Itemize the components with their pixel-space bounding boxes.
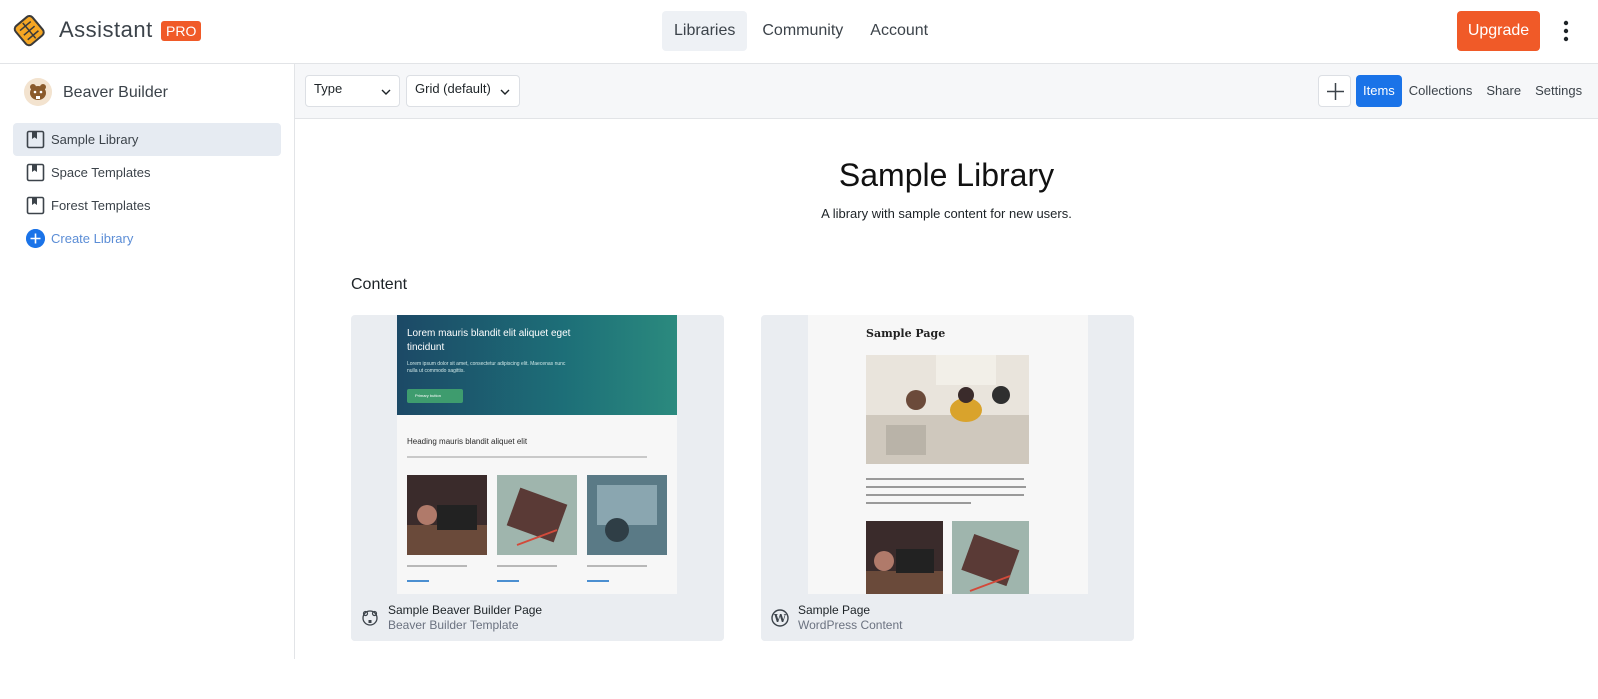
svg-text:W: W xyxy=(773,612,787,625)
wordpress-icon: W xyxy=(771,609,789,627)
preview-learn-more-link xyxy=(407,580,429,582)
card-subtitle: WordPress Content xyxy=(798,618,903,632)
preview-image-laptop xyxy=(407,475,487,555)
library-book-icon xyxy=(26,196,45,215)
tab-share[interactable]: Share xyxy=(1479,75,1528,107)
preview-image-city xyxy=(587,475,667,555)
preview-hero-title: Lorem mauris blandit elit aliquet eget t… xyxy=(407,328,571,353)
preview-caption-line xyxy=(407,565,467,567)
preview-image-notebook xyxy=(952,521,1029,594)
main-nav: Libraries Community Account xyxy=(662,11,943,51)
content-card-beaver[interactable]: Lorem mauris blandit elit aliquet eget t… xyxy=(351,315,724,641)
view-select[interactable]: Grid (default) xyxy=(406,75,520,107)
sidebar-item-space-templates[interactable]: Space Templates xyxy=(13,156,281,189)
beaver-icon xyxy=(362,610,378,626)
preview-caption-line xyxy=(587,565,647,567)
preview-heading: Heading mauris blandit aliquet elit xyxy=(407,437,528,446)
assistant-logo-icon[interactable] xyxy=(12,12,48,48)
preview-hero-text: Lorem ipsum dolor sit amet, consectetur … xyxy=(407,361,566,374)
card-title: Sample Beaver Builder Page xyxy=(388,603,543,617)
card-title: Sample Page xyxy=(798,603,871,617)
preview-caption-line xyxy=(497,565,557,567)
card-preview[interactable]: Sample Page xyxy=(808,315,1088,594)
card-subtitle: Beaver Builder Template xyxy=(388,618,519,632)
pro-badge: PRO xyxy=(161,21,202,41)
page-title: Sample Library xyxy=(838,157,1055,193)
preview-image-laptop xyxy=(866,521,943,594)
chevron-down-icon xyxy=(500,89,510,95)
nav-account[interactable]: Account xyxy=(858,11,940,51)
card-footer: Sample Beaver Builder Page Beaver Builde… xyxy=(351,594,724,641)
sidebar-item-forest-templates[interactable]: Forest Templates xyxy=(13,189,281,222)
chevron-down-icon xyxy=(381,89,391,95)
sidebar-brand-label: Beaver Builder xyxy=(63,84,168,101)
preview-image-meeting xyxy=(866,355,1029,464)
card-footer: W Sample Page WordPress Content xyxy=(761,594,1134,641)
nav-libraries[interactable]: Libraries xyxy=(662,11,748,51)
plus-circle-icon xyxy=(26,229,45,248)
preview-image-notebook xyxy=(497,475,577,555)
sidebar-item-label: Space Templates xyxy=(51,165,151,180)
sidebar-item-label: Sample Library xyxy=(51,132,139,147)
type-select[interactable]: Type xyxy=(305,75,400,107)
view-tabs: Items Collections Share Settings xyxy=(1356,75,1589,107)
type-select-value: Type xyxy=(314,81,343,96)
sidebar: Beaver Builder Sample Library Space Temp… xyxy=(0,64,295,659)
preview-text-line xyxy=(866,486,1026,488)
toolbar: Type Grid (default) Items Collections Sh… xyxy=(295,64,1598,119)
library-book-icon xyxy=(26,130,45,149)
add-item-button[interactable] xyxy=(1318,75,1351,107)
preview-text-line xyxy=(407,456,647,458)
page-subtitle: A library with sample content for new us… xyxy=(821,206,1072,221)
preview-learn-more-link xyxy=(587,580,609,582)
create-library-label: Create Library xyxy=(51,231,134,246)
preview-hero-button: Primary button xyxy=(407,389,463,403)
preview-text-line xyxy=(866,502,971,504)
preview-page-title: Sample Page xyxy=(866,327,946,340)
nav-community[interactable]: Community xyxy=(750,11,855,51)
plus-icon xyxy=(1327,83,1344,100)
section-title: Content xyxy=(351,276,408,293)
sidebar-item-sample-library[interactable]: Sample Library xyxy=(13,123,281,156)
tab-settings[interactable]: Settings xyxy=(1528,75,1589,107)
preview-text-line xyxy=(866,478,1024,480)
more-options-icon[interactable] xyxy=(1557,18,1575,44)
view-select-value: Grid (default) xyxy=(415,81,491,96)
upgrade-button[interactable]: Upgrade xyxy=(1457,11,1540,51)
app-brand: Assistant xyxy=(59,17,153,42)
tab-items[interactable]: Items xyxy=(1356,75,1402,107)
beaver-avatar-icon xyxy=(24,78,52,106)
create-library-button[interactable]: Create Library xyxy=(13,222,281,255)
sidebar-item-label: Forest Templates xyxy=(51,198,151,213)
top-bar: Assistant PRO Libraries Community Accoun… xyxy=(0,0,1598,64)
card-preview[interactable]: Lorem mauris blandit elit aliquet eget t… xyxy=(397,315,677,594)
library-book-icon xyxy=(26,163,45,182)
tab-collections[interactable]: Collections xyxy=(1402,75,1480,107)
preview-learn-more-link xyxy=(497,580,519,582)
preview-hero: Lorem mauris blandit elit aliquet eget t… xyxy=(397,315,677,415)
preview-text-line xyxy=(866,494,1024,496)
content-card-sample-page[interactable]: Sample Page W Sample Page WordPress Cont… xyxy=(761,315,1134,641)
